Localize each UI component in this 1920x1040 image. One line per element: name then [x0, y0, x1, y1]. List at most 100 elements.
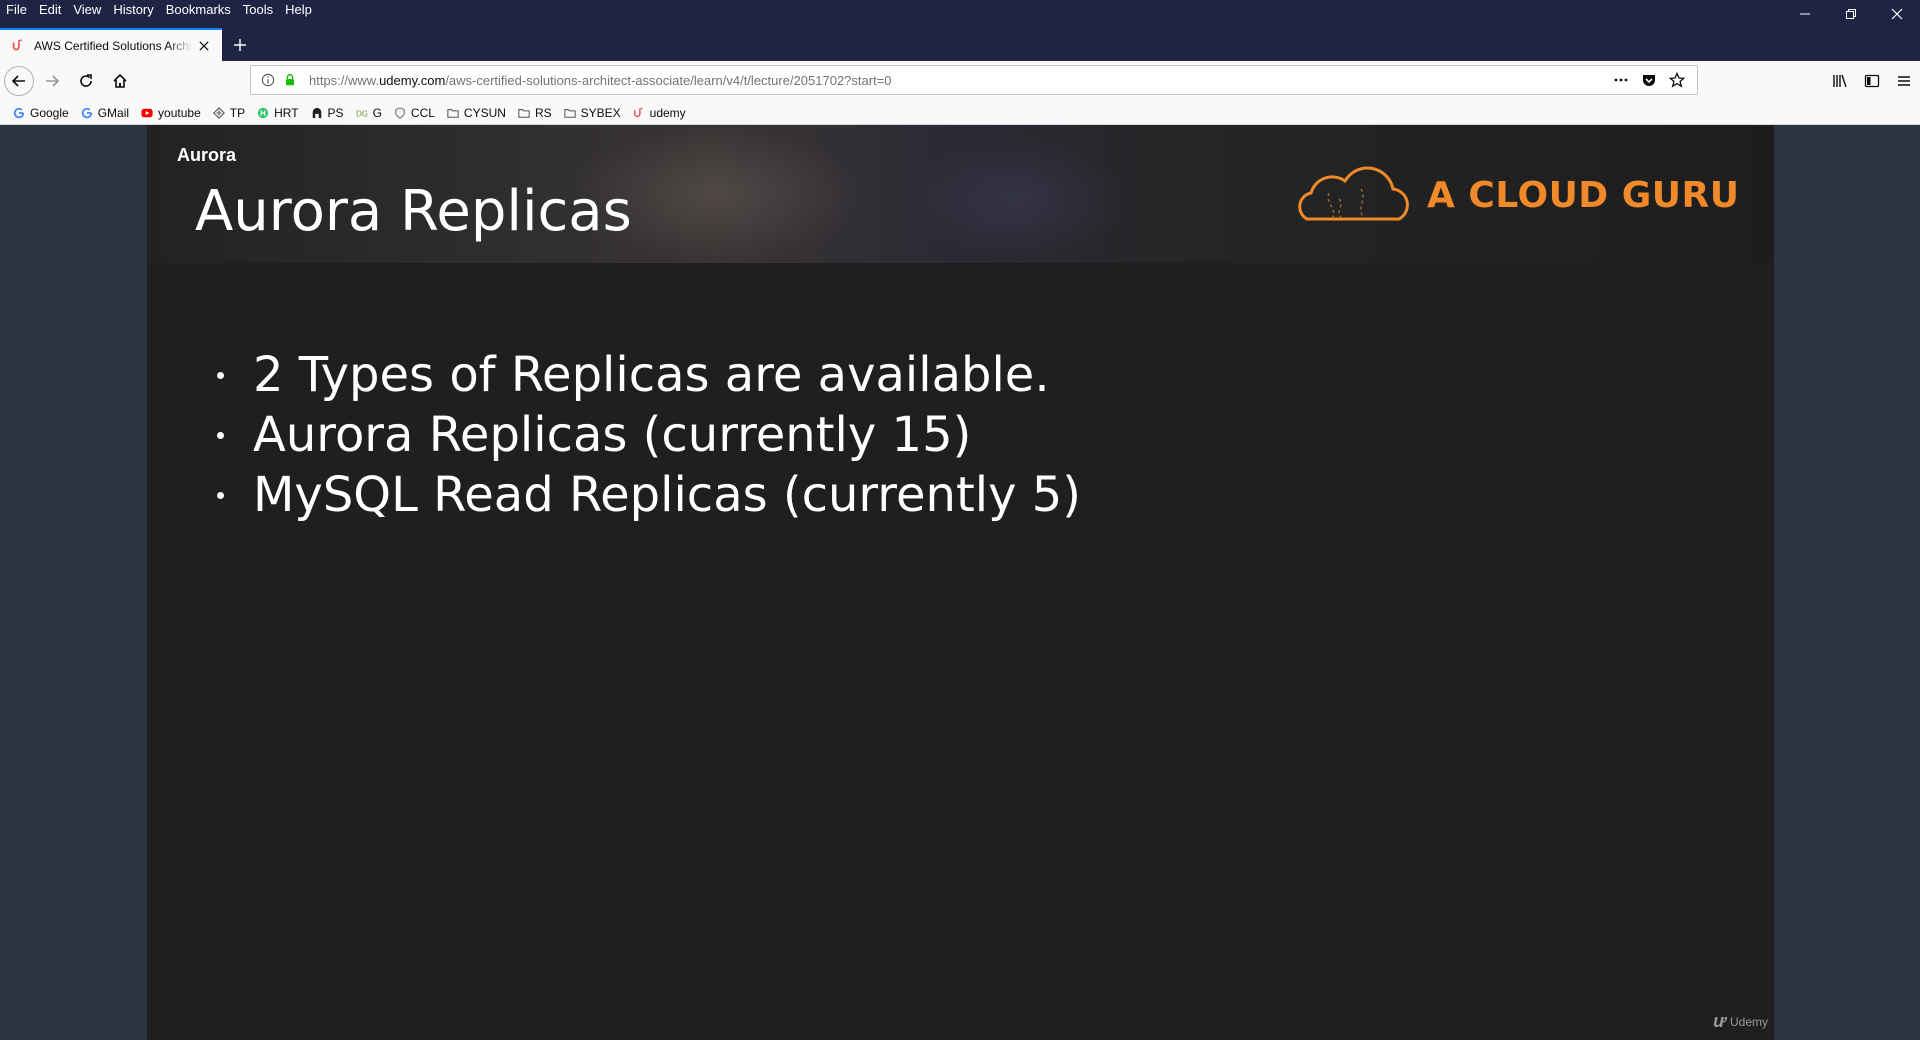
bullet-dot — [217, 491, 224, 499]
shield-icon — [393, 106, 407, 120]
open-menu-button[interactable] — [1888, 65, 1920, 97]
restore-button[interactable] — [1828, 0, 1874, 28]
logo-text: A CLOUD GURU — [1427, 174, 1740, 216]
bookmark-label: Google — [30, 105, 69, 120]
url-text[interactable]: https://www.udemy.com/aws-certified-solu… — [309, 73, 892, 88]
bookmark-google[interactable]: Google — [12, 106, 69, 120]
svg-text:DG: DG — [356, 109, 368, 118]
menu-bar: File Edit View History Bookmarks Tools H… — [0, 0, 324, 20]
url-path: /aws-certified-solutions-architect-assoc… — [445, 72, 892, 88]
star-icon — [1669, 72, 1685, 88]
tab-active[interactable]: AWS Certified Solutions Architect — [0, 28, 222, 61]
navigation-toolbar: https://www.udemy.com/aws-certified-solu… — [0, 61, 1920, 101]
google-icon — [80, 106, 94, 120]
bookmark-rs[interactable]: RS — [517, 106, 552, 120]
bookmark-udemy[interactable]: udemy — [632, 106, 686, 120]
udemy-icon — [10, 38, 26, 54]
bullet-item: 2 Types of Replicas are available. — [217, 345, 1081, 405]
reload-button[interactable] — [70, 65, 102, 97]
folder-icon — [517, 106, 531, 120]
menu-edit[interactable]: Edit — [39, 0, 61, 20]
menu-history[interactable]: History — [113, 0, 153, 20]
url-bar[interactable]: https://www.udemy.com/aws-certified-solu… — [250, 65, 1698, 95]
ellipsis-icon — [1614, 78, 1628, 82]
bullet-text: MySQL Read Replicas (currently 5) — [253, 467, 1082, 523]
bookmarks-toolbar: Google GMail youtube TP HRT PS DG G CCL CYSUN RS SY… — [0, 101, 1920, 125]
home-icon — [113, 73, 127, 88]
bookmark-label: CCL — [410, 105, 435, 120]
bullet-dot — [217, 431, 224, 439]
bookmark-g[interactable]: DG G — [355, 106, 382, 120]
tp-icon — [212, 106, 226, 120]
bookmark-star-button[interactable] — [1663, 66, 1691, 94]
bookmark-ccl[interactable]: CCL — [393, 106, 435, 120]
close-window-button[interactable] — [1874, 0, 1920, 28]
new-tab-button[interactable] — [222, 28, 258, 61]
bookmark-label: RS — [534, 105, 552, 120]
bullet-text: Aurora Replicas (currently 15) — [253, 407, 972, 463]
bookmark-label: TP — [229, 105, 246, 120]
url-prefix: https://www. — [309, 72, 380, 88]
reload-icon — [80, 74, 92, 87]
sidebar-button[interactable] — [1856, 65, 1888, 97]
bookmark-gmail[interactable]: GMail — [80, 106, 129, 120]
bookmark-youtube[interactable]: youtube — [140, 106, 201, 120]
pocket-icon — [1643, 75, 1655, 86]
library-icon — [1833, 74, 1847, 88]
tab-title: AWS Certified Solutions Architect — [34, 38, 192, 53]
forward-button[interactable] — [36, 65, 68, 97]
menu-view[interactable]: View — [73, 0, 101, 20]
menu-bookmarks[interactable]: Bookmarks — [166, 0, 231, 20]
info-icon[interactable] — [257, 69, 279, 91]
slide-header: Aurora Aurora Replicas A CLOUD GURU — [147, 125, 1774, 263]
sidebar-icon — [1864, 74, 1880, 88]
tab-close-button[interactable] — [196, 38, 212, 54]
hackerrank-icon — [256, 106, 270, 120]
forward-arrow-icon — [46, 75, 60, 87]
page-actions-button[interactable] — [1607, 66, 1635, 94]
bookmark-label: udemy — [649, 105, 686, 120]
bullet-dot — [217, 371, 224, 379]
home-button[interactable] — [104, 65, 136, 97]
bookmark-label: HRT — [274, 105, 299, 120]
bullet-text: 2 Types of Replicas are available. — [253, 347, 1050, 403]
url-actions — [1607, 66, 1691, 94]
g-icon: DG — [355, 106, 369, 120]
bookmark-ps[interactable]: PS — [310, 106, 344, 120]
ps-icon — [310, 106, 324, 120]
bullet-item: Aurora Replicas (currently 15) — [217, 405, 1081, 465]
toolbar-right — [1824, 65, 1920, 97]
menu-file[interactable]: File — [6, 0, 27, 20]
library-button[interactable] — [1824, 65, 1856, 97]
minimize-icon — [1800, 13, 1810, 15]
section-label: Aurora — [177, 145, 237, 165]
header-background-photo-2 — [907, 135, 1127, 263]
bullet-item: MySQL Read Replicas (currently 5) — [217, 465, 1081, 525]
url-host: udemy.com — [379, 72, 446, 88]
lecture-video-area[interactable]: Aurora Aurora Replicas A CLOUD GURU 2 Ty… — [0, 125, 1920, 1040]
bookmark-sybex[interactable]: SYBEX — [563, 106, 621, 120]
hamburger-menu-icon — [1898, 76, 1910, 86]
close-icon — [1891, 8, 1903, 20]
bookmark-hrt[interactable]: HRT — [256, 105, 299, 120]
bookmark-cysun[interactable]: CYSUN — [446, 106, 506, 120]
bookmark-label: SYBEX — [580, 105, 621, 120]
slide-title: Aurora Replicas — [195, 179, 632, 244]
menu-help[interactable]: Help — [285, 0, 312, 20]
close-icon — [199, 40, 209, 51]
pocket-button[interactable] — [1635, 66, 1663, 94]
minimize-button[interactable] — [1782, 0, 1828, 28]
menu-tools[interactable]: Tools — [243, 0, 273, 20]
udemy-icon: ư — [1713, 1011, 1726, 1031]
folder-icon — [563, 106, 577, 120]
window-titlebar: File Edit View History Bookmarks Tools H… — [0, 0, 1920, 61]
window-controls — [1782, 0, 1920, 28]
lock-icon[interactable] — [279, 69, 301, 91]
watermark-text: Udemy — [1729, 1014, 1768, 1029]
plus-icon — [234, 38, 246, 51]
youtube-icon — [140, 106, 154, 120]
bookmark-tp[interactable]: TP — [212, 106, 245, 120]
udemy-watermark: ư Udemy — [1713, 1011, 1768, 1032]
slide: Aurora Aurora Replicas A CLOUD GURU 2 Ty… — [147, 125, 1774, 1040]
back-button[interactable] — [4, 66, 34, 96]
